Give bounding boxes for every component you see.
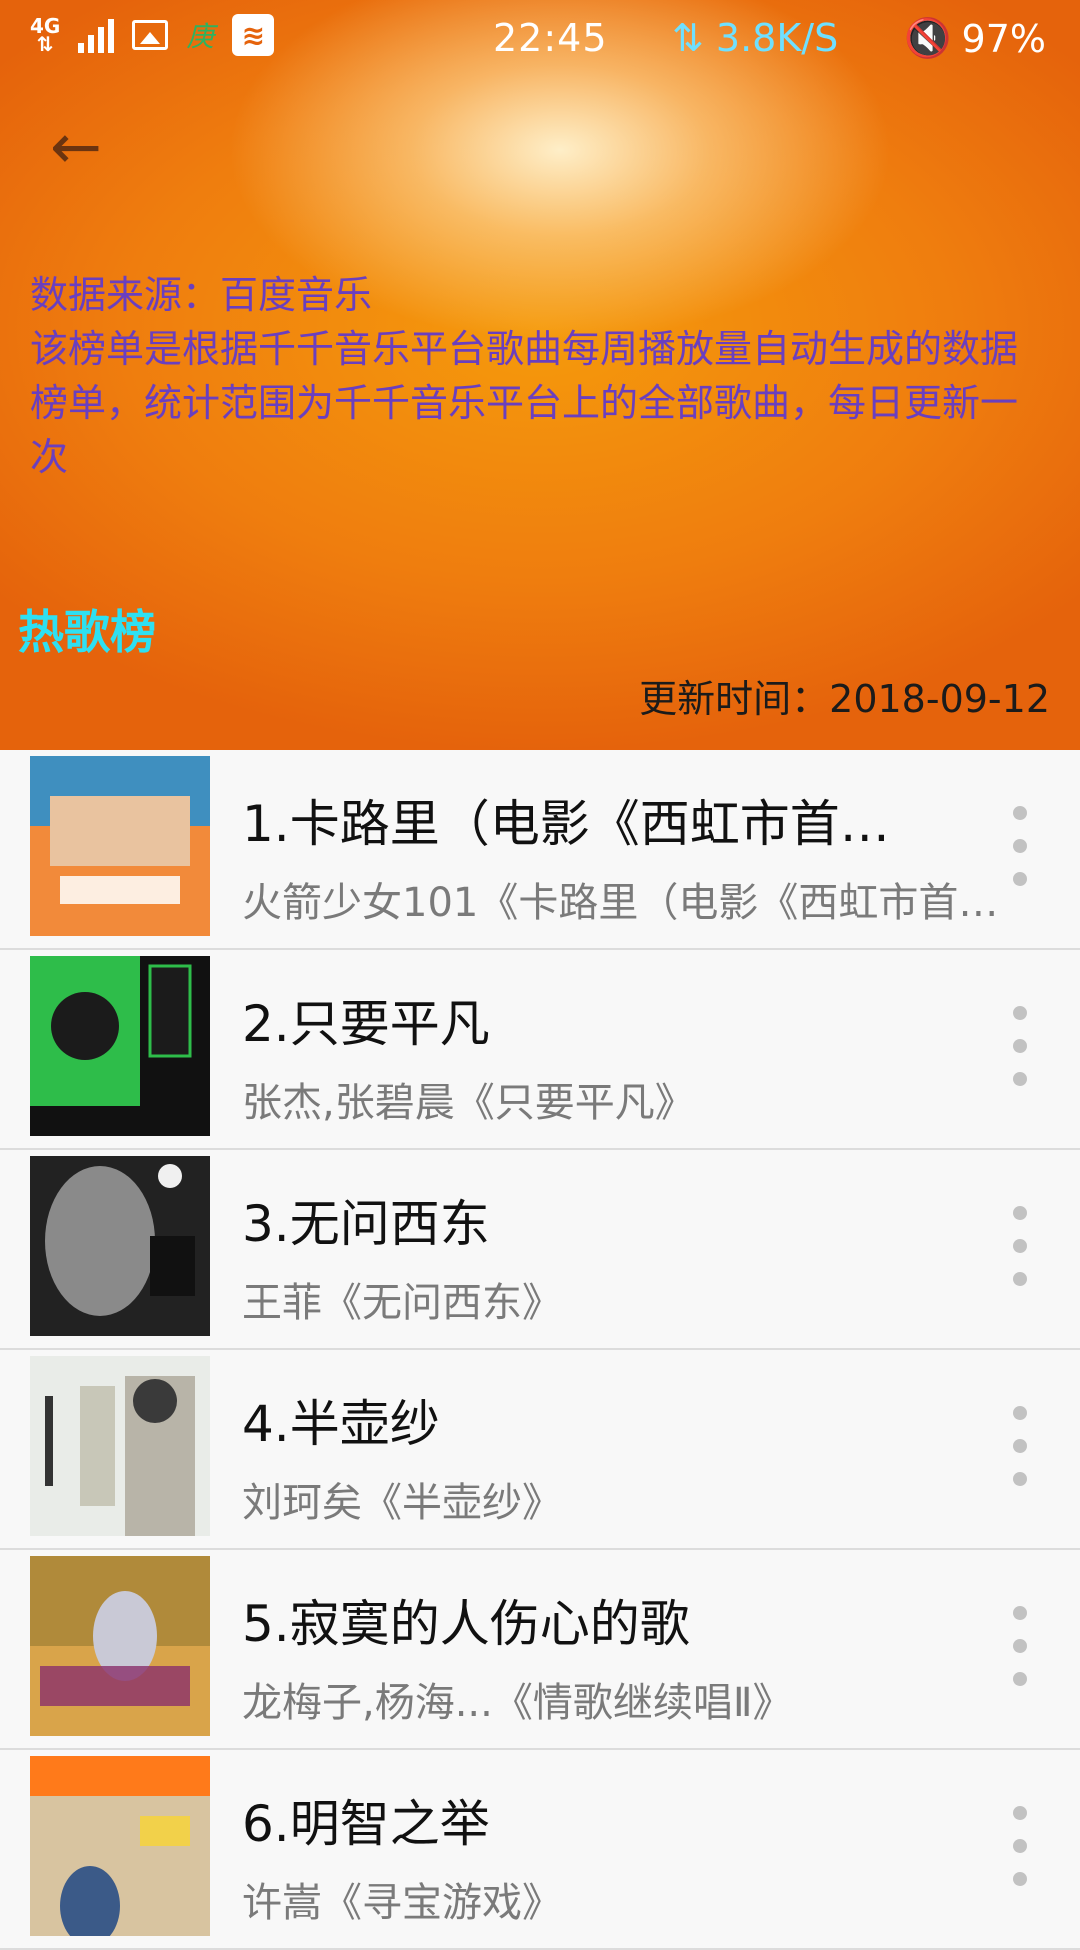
song-artist-album: 许嵩《寻宝游戏》 — [242, 1880, 562, 1926]
chart-description: 数据来源：百度音乐 该榜单是根据千千音乐平台歌曲每周播放量自动生成的数据榜单，统… — [30, 268, 1040, 484]
song-title: 2.只要平凡 — [242, 995, 490, 1053]
song-title: 5.寂寞的人伤心的歌 — [242, 1595, 690, 1653]
album-cover — [30, 956, 210, 1136]
song-list: 1.卡路里（电影《西虹市首富》插曲） 火箭少女101《卡路里（电影《西虹市首富》… — [0, 750, 1080, 1950]
album-cover — [30, 1356, 210, 1536]
data-source-line: 数据来源：百度音乐 — [30, 273, 373, 317]
song-artist-album: 张杰,张碧晨《只要平凡》 — [242, 1080, 695, 1126]
album-cover — [30, 756, 210, 936]
list-item[interactable]: 2.只要平凡 张杰,张碧晨《只要平凡》 — [0, 950, 1080, 1150]
list-item[interactable]: 4.半壶纱 刘珂矣《半壶纱》 — [0, 1350, 1080, 1550]
chart-header: 4G ⇅ 庚 ≋ 22:45 ⇅ 3.8K/S 🔇 97% ← 数据来源：百度音乐… — [0, 0, 1080, 750]
wifi-icon: ≋ — [232, 14, 275, 56]
song-title: 4.半壶纱 — [242, 1395, 440, 1453]
chart-title: 热歌榜 — [18, 605, 156, 659]
more-options-icon[interactable] — [1008, 1406, 1032, 1486]
song-title: 3.无问西东 — [242, 1195, 490, 1253]
album-cover — [30, 1556, 210, 1736]
mute-icon: 🔇 — [904, 16, 952, 60]
network-type-icon: 4G ⇅ — [30, 14, 61, 56]
song-artist-album: 火箭少女101《卡路里（电影《西虹市首富》插曲）》 — [242, 880, 1012, 926]
song-artist-album: 刘珂矣《半壶纱》 — [242, 1480, 562, 1526]
song-title: 1.卡路里（电影《西虹市首富》插曲） — [242, 795, 922, 853]
update-time: 更新时间：2018-09-12 — [639, 677, 1050, 721]
song-artist-album: 龙梅子,杨海...《情歌继续唱Ⅱ》 — [242, 1680, 793, 1726]
signal-icon — [78, 17, 115, 53]
list-item[interactable]: 1.卡路里（电影《西虹市首富》插曲） 火箭少女101《卡路里（电影《西虹市首富》… — [0, 750, 1080, 950]
image-notification-icon — [132, 20, 169, 50]
more-options-icon[interactable] — [1008, 1006, 1032, 1086]
more-options-icon[interactable] — [1008, 1206, 1032, 1286]
more-options-icon[interactable] — [1008, 806, 1032, 886]
more-options-icon[interactable] — [1008, 1606, 1032, 1686]
clock: 22:45 — [493, 16, 608, 60]
list-item[interactable]: 3.无问西东 王菲《无问西东》 — [0, 1150, 1080, 1350]
album-cover — [30, 1756, 210, 1936]
network-speed: ⇅ 3.8K/S — [672, 16, 839, 60]
list-item[interactable]: 5.寂寞的人伤心的歌 龙梅子,杨海...《情歌继续唱Ⅱ》 — [0, 1550, 1080, 1750]
more-options-icon[interactable] — [1008, 1806, 1032, 1886]
battery-level: 97% — [961, 16, 1046, 61]
description-text: 该榜单是根据千千音乐平台歌曲每周播放量自动生成的数据榜单，统计范围为千千音乐平台… — [30, 327, 1019, 479]
back-arrow-icon[interactable]: ← — [50, 112, 120, 182]
status-bar: 4G ⇅ 庚 ≋ 22:45 ⇅ 3.8K/S 🔇 97% — [0, 0, 1080, 76]
album-cover — [30, 1156, 210, 1336]
song-artist-album: 王菲《无问西东》 — [242, 1280, 562, 1326]
ime-icon: 庚 — [186, 20, 215, 53]
song-title: 6.明智之举 — [242, 1795, 490, 1853]
list-item[interactable]: 6.明智之举 许嵩《寻宝游戏》 — [0, 1750, 1080, 1950]
